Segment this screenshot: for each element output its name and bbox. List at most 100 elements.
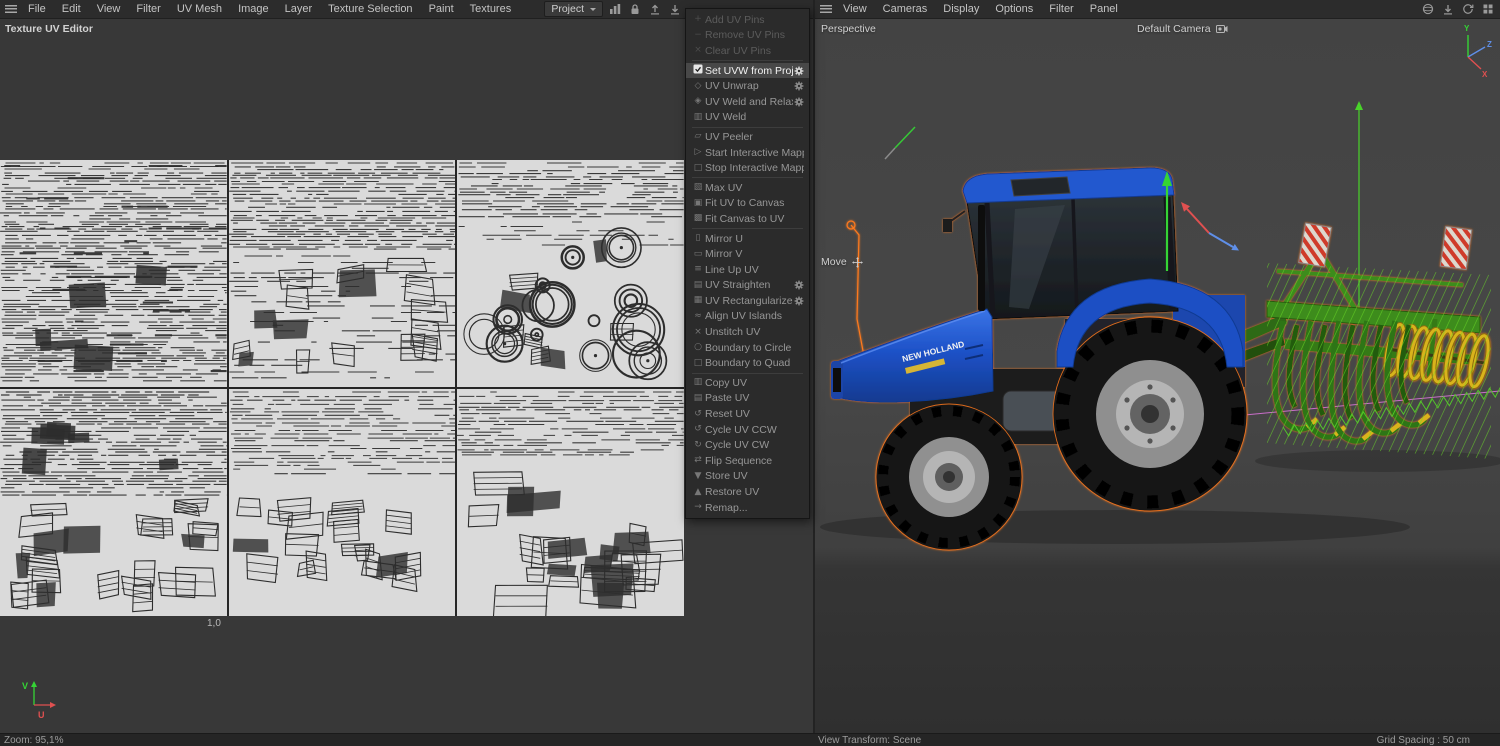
layout-grid-icon[interactable] [1480,1,1496,17]
histogram-icon[interactable] [607,1,623,17]
menu-item-clear-uv-pins[interactable]: × Clear UV Pins [686,43,809,59]
uv-tile-5[interactable] [228,389,456,616]
options-gear-icon[interactable] [793,296,804,306]
menu-item-start-interactive-mapping[interactable]: ▷Start Interactive Mapping [686,145,809,161]
menubar-item-uv-mesh[interactable]: UV Mesh [169,0,230,19]
cycle-uv-ccw-icon: ↺ [694,424,702,435]
gizmo-z-label: Z [1487,40,1492,49]
menu-item-add-uv-pins[interactable]: + Add UV Pins [686,12,809,28]
viewport-hamburger-menu-icon[interactable] [817,0,835,19]
menu-item-uv-weld-and-relax[interactable]: ◈ UV Weld and Relax [686,94,809,110]
menubar-item-file[interactable]: File [20,0,54,19]
uv-context-menu: + Add UV Pins − Remove UV Pins × Clear UV Pin… [685,8,810,520]
menu-item-max-uv[interactable]: ▧ Max UV [686,180,809,196]
menu-item-remap[interactable]: → Remap... [686,500,809,516]
lock-icon[interactable] [627,1,643,17]
viewport-menubar-items: View Cameras Display Options Filter Panel [835,0,1126,19]
menubar-item-layer[interactable]: Layer [277,0,321,19]
menu-item-fit-uv-to-canvas[interactable]: ▣ Fit UV to Canvas [686,196,809,212]
menu-item-cycle-uv-cw[interactable]: ↻ Cycle UV CW [686,437,809,453]
menubar-item-texture-selection[interactable]: Texture Selection [320,0,420,19]
menubar-item-filter[interactable]: Filter [1041,0,1081,19]
options-gear-icon[interactable] [793,97,804,107]
download-icon[interactable] [667,1,683,17]
viewport-3d[interactable]: Perspective Default Camera Move NEW HOLL… [815,19,1500,733]
download-arrow-icon[interactable] [1440,1,1456,17]
menu-item-boundary-to-quad[interactable]: □ Boundary to Quad [686,355,809,371]
uv-tile-grid[interactable] [0,160,684,616]
tractor[interactable]: NEW HOLLAND [831,167,1248,551]
viewport-toolbar [1420,1,1500,17]
u-axis-arrowhead [50,702,56,708]
tines [1272,320,1431,444]
menubar-item-view[interactable]: View [835,0,875,19]
hamburger-menu-icon[interactable] [2,0,20,19]
menu-item-unstitch-uv[interactable]: × Unstitch UV [686,324,809,340]
menu-item-copy-uv[interactable]: ▥ Copy UV [686,375,809,391]
menu-item-line-up-uv[interactable]: ≡ Line Up UV [686,262,809,278]
upload-icon[interactable] [647,1,663,17]
menu-item-uv-rectangularize[interactable]: ▦ UV Rectangularize [686,293,809,309]
menubar-item-filter[interactable]: Filter [128,0,168,19]
project-dropdown[interactable]: Project [544,1,603,17]
uv-tile-3[interactable] [457,160,684,387]
menu-item-remove-uv-pins[interactable]: − Remove UV Pins [686,28,809,44]
uv-tile-6[interactable] [457,389,684,616]
menubar-item-cameras[interactable]: Cameras [875,0,936,19]
menu-item-cycle-uv-ccw[interactable]: ↺ Cycle UV CCW [686,422,809,438]
menu-item-flip-sequence[interactable]: ⇄ Flip Sequence [686,453,809,469]
menubar-item-edit[interactable]: Edit [54,0,89,19]
unstitch-uv-icon: × [694,326,702,337]
mirror-arm [950,210,966,222]
refresh-icon[interactable] [1460,1,1476,17]
store-uv-icon: ▼ [694,470,702,481]
menu-item-label: Unstitch UV [705,326,761,339]
uv-tile-1[interactable] [0,160,227,387]
menu-item-align-uv-islands[interactable]: ≈ Align UV Islands [686,309,809,325]
remove-uv-pins-icon: − [694,29,702,40]
menu-item-uv-unwrap[interactable]: ◇ UV Unwrap [686,78,809,94]
menubar-item-image[interactable]: Image [230,0,277,19]
menu-item-label: UV Straighten [705,279,771,292]
menu-item-fit-canvas-to-uv[interactable]: ▩ Fit Canvas to UV [686,211,809,227]
mirror-u-icon: ▯ [695,233,701,244]
menu-item-mirror-u[interactable]: ▯ Mirror U [686,231,809,247]
menu-separator [692,372,803,374]
gizmo-x-label: X [1482,70,1488,79]
menu-item-uv-straighten[interactable]: ▤ UV Straighten [686,278,809,294]
uv-tile-texture [0,389,227,616]
menubar-item-panel[interactable]: Panel [1082,0,1126,19]
menu-item-restore-uv[interactable]: ▲ Restore UV [686,484,809,500]
menu-item-uv-weld[interactable]: ▥ UV Weld [686,110,809,126]
options-gear-icon[interactable] [793,81,804,91]
active-tool-text: Move [821,256,847,268]
uv-axis-v-label: V [22,681,28,691]
menubar-item-textures[interactable]: Textures [462,0,520,19]
view-mode-label[interactable]: Perspective [821,23,876,35]
menu-item-boundary-to-circle[interactable]: ○ Boundary to Circle [686,340,809,356]
uv-tile-2[interactable] [228,160,456,387]
render-sphere-icon[interactable] [1420,1,1436,17]
gizmo-z-axis[interactable] [1208,232,1234,248]
menu-item-uv-peeler[interactable]: ▱ UV Peeler [686,129,809,145]
uv-tile-4[interactable] [0,389,227,616]
options-gear-icon[interactable] [793,280,804,290]
menubar-item-display[interactable]: Display [935,0,987,19]
menu-item-mirror-v[interactable]: ▭ Mirror V [686,246,809,262]
orientation-gizmo[interactable]: Y Z X [1448,21,1494,79]
menubar-item-options[interactable]: Options [987,0,1041,19]
menu-item-set-uvw-from-projection[interactable]: Set UVW from Projection [686,62,809,79]
active-tool-label: Move [821,256,863,268]
menu-item-reset-uv[interactable]: ↺ Reset UV [686,406,809,422]
menu-item-label: Remap... [705,501,748,514]
camera-label[interactable]: Default Camera [1137,23,1228,35]
fit-canvas-to-uv-icon: ▩ [693,213,703,224]
options-gear-icon[interactable] [793,66,804,76]
menubar-item-view[interactable]: View [89,0,129,19]
menu-item-store-uv[interactable]: ▼ Store UV [686,469,809,485]
menu-item-paste-uv[interactable]: ▤ Paste UV [686,391,809,407]
menu-item-stop-interactive-mapping[interactable]: □Stop Interactive Mapping [686,160,809,176]
start-interactive-mapping-icon: ▷ [694,147,702,158]
gizmo-x-axis[interactable] [1186,208,1210,234]
menubar-item-paint[interactable]: Paint [421,0,462,19]
